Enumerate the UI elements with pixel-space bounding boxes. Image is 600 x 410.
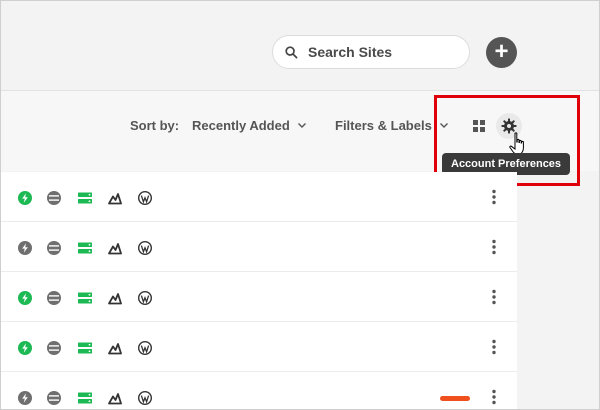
list-item[interactable] bbox=[1, 372, 517, 409]
more-options-icon[interactable] bbox=[489, 239, 499, 255]
wordpress-icon bbox=[138, 191, 152, 205]
database-icon bbox=[78, 342, 92, 354]
server-stack-icon bbox=[47, 191, 61, 205]
list-item[interactable] bbox=[1, 222, 517, 272]
list-item[interactable] bbox=[1, 272, 517, 322]
wordpress-icon bbox=[138, 391, 152, 405]
performance-bolt-icon bbox=[18, 241, 32, 255]
performance-bolt-icon bbox=[18, 341, 32, 355]
server-stack-icon bbox=[47, 291, 61, 305]
chevron-down-icon bbox=[297, 123, 306, 128]
more-options-icon[interactable] bbox=[489, 189, 499, 205]
database-icon bbox=[78, 292, 92, 304]
header: Search Sites + bbox=[1, 1, 599, 91]
server-stack-icon bbox=[47, 391, 61, 405]
sort-dropdown[interactable]: Recently Added bbox=[192, 118, 306, 133]
database-icon bbox=[78, 242, 92, 254]
cloudflare-icon bbox=[108, 243, 122, 255]
search-icon bbox=[285, 45, 298, 58]
status-bar bbox=[440, 396, 470, 401]
cloudflare-icon bbox=[108, 293, 122, 305]
sort-by-label: Sort by: bbox=[130, 118, 180, 133]
performance-bolt-icon bbox=[18, 191, 32, 205]
cloudflare-icon bbox=[108, 343, 122, 355]
sort-value: Recently Added bbox=[192, 118, 290, 133]
search-input[interactable]: Search Sites bbox=[272, 35, 470, 69]
database-icon bbox=[78, 192, 92, 204]
filters-dropdown[interactable]: Filters & Labels bbox=[335, 118, 448, 133]
cloudflare-icon bbox=[108, 193, 122, 205]
list-item[interactable] bbox=[1, 322, 517, 372]
more-options-icon[interactable] bbox=[489, 389, 499, 405]
wordpress-icon bbox=[138, 241, 152, 255]
sites-list bbox=[1, 172, 517, 409]
plus-icon: + bbox=[494, 37, 509, 65]
performance-bolt-icon bbox=[18, 291, 32, 305]
wordpress-icon bbox=[138, 291, 152, 305]
server-stack-icon bbox=[47, 341, 61, 355]
performance-bolt-icon bbox=[18, 391, 32, 405]
filters-label: Filters & Labels bbox=[335, 118, 432, 133]
more-options-icon[interactable] bbox=[489, 289, 499, 305]
wordpress-icon bbox=[138, 341, 152, 355]
app-window: Search Sites + Sort by: Recently Added F… bbox=[0, 0, 600, 410]
more-options-icon[interactable] bbox=[489, 339, 499, 355]
cloudflare-icon bbox=[108, 393, 122, 405]
list-item[interactable] bbox=[1, 172, 517, 222]
server-stack-icon bbox=[47, 241, 61, 255]
search-placeholder: Search Sites bbox=[308, 44, 393, 60]
database-icon bbox=[78, 392, 92, 404]
add-site-button[interactable]: + bbox=[486, 37, 517, 68]
